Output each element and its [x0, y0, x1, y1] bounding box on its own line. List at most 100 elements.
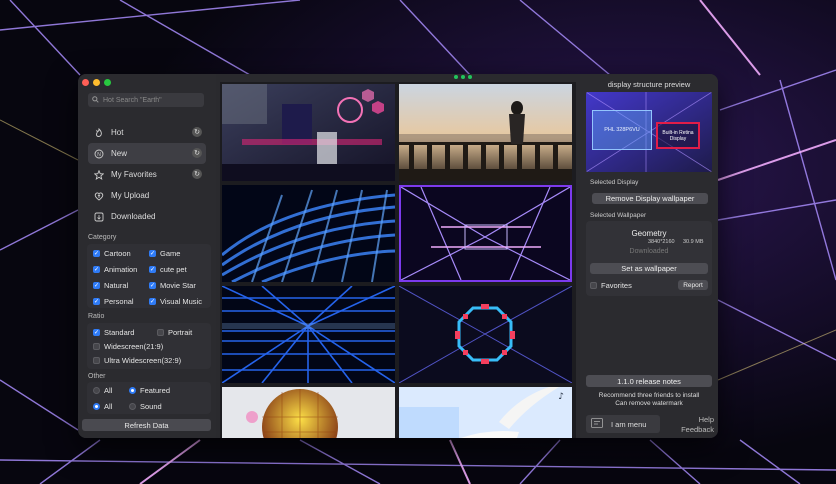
display-name: PHL 328P6VU	[604, 127, 640, 133]
zoom-button[interactable]	[104, 79, 111, 86]
menu-label: I am menu	[611, 419, 647, 429]
display-box-builtin[interactable]: Built-in Retina Display	[656, 122, 700, 149]
other-radio-all-2[interactable]: All	[93, 402, 112, 411]
display-box-external[interactable]: PHL 328P6VU	[592, 110, 652, 150]
refresh-data-button[interactable]: Refresh Data	[82, 419, 211, 431]
count-badge: ↻	[192, 148, 202, 158]
category-group: ✓ Cartoon ✓ Game ✓ Animation ✓ cute pet ✓ Nat…	[87, 244, 211, 308]
nav-label: Downloaded	[111, 212, 156, 221]
category-checkbox-visual-music[interactable]: ✓ Visual Music	[149, 297, 202, 306]
nav-label: My Upload	[111, 191, 150, 200]
checkbox-checked-icon: ✓	[93, 298, 100, 305]
svg-text:N: N	[97, 152, 101, 158]
wallpaper-name: Geometry	[631, 229, 667, 238]
wallpaper-thumbnail[interactable]	[399, 286, 572, 383]
ratio-checkbox-standard[interactable]: ✓ Standard	[93, 328, 134, 337]
category-checkbox-cartoon[interactable]: ✓ Cartoon	[93, 249, 131, 258]
minimize-button[interactable]	[93, 79, 100, 86]
ratio-checkbox-widescreen[interactable]: Widescreen(21:9)	[93, 342, 163, 351]
nav-item-new[interactable]: N New ↻	[88, 143, 206, 164]
feedback-link[interactable]: Feedback	[681, 425, 714, 434]
close-button[interactable]	[82, 79, 89, 86]
nav-item-downloaded[interactable]: Downloaded	[88, 206, 206, 227]
search-icon	[92, 95, 99, 105]
wallpaper-thumbnail[interactable]	[222, 387, 395, 438]
wallpaper-resolution: 3840*2160	[648, 239, 675, 245]
checkbox-checked-icon: ✓	[149, 282, 156, 289]
checkbox-checked-icon: ✓	[93, 329, 100, 336]
checkbox-unchecked-icon	[590, 282, 597, 289]
wallpaper-thumbnail[interactable]: ♪	[399, 387, 572, 438]
category-checkbox-cute-pet[interactable]: ✓ cute pet	[149, 265, 187, 274]
search-placeholder: Hot Search "Earth"	[103, 96, 162, 104]
checkbox-checked-icon: ✓	[149, 250, 156, 257]
page-dot[interactable]	[454, 75, 458, 79]
ratio-checkbox-ultra-widescreen[interactable]: Ultra Widescreen(32:9)	[93, 356, 181, 365]
radio-unselected-icon	[93, 387, 100, 394]
help-link[interactable]: Help	[699, 415, 714, 424]
page-dot[interactable]	[468, 75, 472, 79]
nav-list: Hot ↻ N New ↻ My Favorites ↻ My Upload D…	[88, 122, 206, 227]
set-as-wallpaper-button[interactable]: Set as wallpaper	[590, 263, 708, 274]
favorites-checkbox[interactable]: Favorites	[590, 281, 632, 290]
checkbox-unchecked-icon	[93, 343, 100, 350]
recommend-line-1: Recommend three friends to install	[598, 392, 700, 399]
category-title: Category	[88, 234, 117, 241]
ratio-title: Ratio	[88, 313, 105, 320]
display-structure-preview: PHL 328P6VU Built-in Retina Display	[586, 92, 712, 172]
wallpaper-thumbnail[interactable]	[222, 286, 395, 383]
release-notes-button[interactable]: 1.1.0 release notes	[586, 375, 712, 387]
new-icon: N	[94, 149, 104, 159]
wallpaper-info-card: Geometry 3840*2160 30.9 MB Downloaded Se…	[586, 221, 712, 296]
category-checkbox-animation[interactable]: ✓ Animation	[93, 265, 137, 274]
radio-selected-icon	[93, 403, 100, 410]
menu-button[interactable]: I am menu	[586, 415, 660, 433]
search-input[interactable]: Hot Search "Earth"	[88, 93, 204, 107]
wallpaper-thumbnail[interactable]	[399, 84, 572, 181]
other-radio-featured[interactable]: Featured	[129, 386, 170, 395]
download-icon	[94, 212, 104, 222]
page-dot[interactable]	[461, 75, 465, 79]
nav-label: New	[111, 149, 128, 158]
star-icon	[94, 169, 104, 180]
checkbox-checked-icon: ✓	[93, 250, 100, 257]
category-checkbox-natural[interactable]: ✓ Natural	[93, 281, 128, 290]
other-radio-all[interactable]: All	[93, 386, 112, 395]
nav-item-favorites[interactable]: My Favorites ↻	[88, 164, 206, 185]
nav-item-upload[interactable]: My Upload	[88, 185, 206, 206]
other-title: Other	[88, 373, 106, 380]
category-checkbox-game[interactable]: ✓ Game	[149, 249, 180, 258]
wallpaper-size: 30.9 MB	[683, 239, 704, 245]
recommend-line-2: Can remove watermark	[615, 400, 683, 407]
page-indicator	[454, 75, 472, 79]
remove-display-wallpaper-button[interactable]: Remove Display wallpaper	[592, 193, 708, 204]
svg-text:♪: ♪	[558, 392, 564, 402]
report-button[interactable]: Report	[678, 280, 708, 290]
selected-display-label: Selected Display	[590, 179, 639, 186]
wallpaper-grid: ♪	[220, 82, 576, 438]
panel-title: display structure preview	[607, 80, 691, 89]
window-controls	[82, 79, 111, 86]
nav-label: My Favorites	[111, 170, 157, 179]
category-checkbox-movie-star[interactable]: ✓ Movie Star	[149, 281, 196, 290]
upload-icon	[94, 191, 104, 201]
checkbox-checked-icon: ✓	[93, 282, 100, 289]
nav-item-hot[interactable]: Hot ↻	[88, 122, 206, 143]
wallpaper-thumbnail[interactable]	[222, 185, 395, 282]
other-group: All Featured All Sound	[87, 382, 211, 414]
selected-wallpaper-label: Selected Wallpaper	[590, 212, 647, 219]
checkbox-unchecked-icon	[93, 357, 100, 364]
checkbox-unchecked-icon	[157, 329, 164, 336]
app-window: Hot Search "Earth" Hot ↻ N New ↻ My Favo…	[78, 74, 718, 438]
detail-panel: display structure preview PHL 328P6VU Bu…	[580, 74, 718, 438]
wallpaper-thumbnail-selected[interactable]	[399, 185, 572, 282]
category-checkbox-personal[interactable]: ✓ Personal	[93, 297, 134, 306]
ratio-group: ✓ Standard Portrait Widescreen(21:9) Ultr…	[87, 323, 211, 369]
radio-unselected-icon	[129, 403, 136, 410]
radio-selected-icon	[129, 387, 136, 394]
other-radio-sound[interactable]: Sound	[129, 402, 162, 411]
count-badge: ↻	[192, 169, 202, 179]
ratio-checkbox-portrait[interactable]: Portrait	[157, 328, 192, 337]
count-badge: ↻	[192, 127, 202, 137]
wallpaper-thumbnail[interactable]	[222, 84, 395, 181]
